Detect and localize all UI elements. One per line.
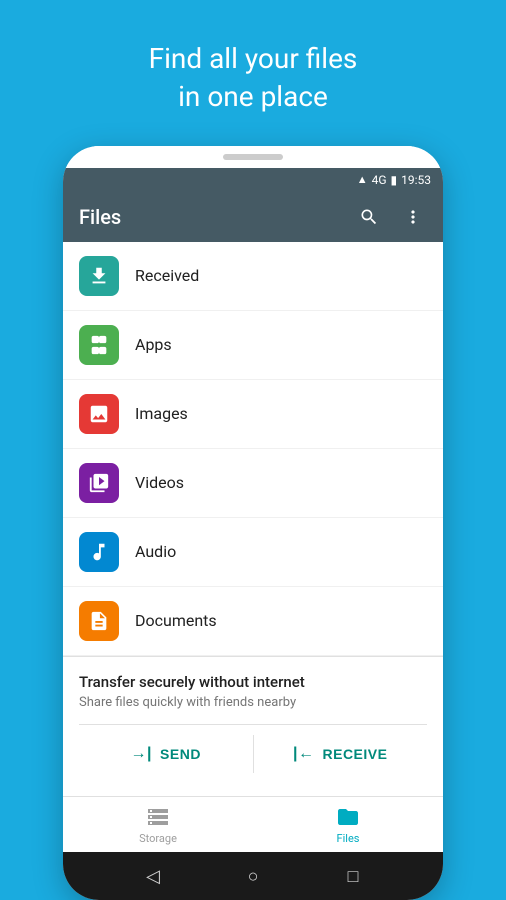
receive-button[interactable]: |← RECEIVE xyxy=(253,735,428,773)
audio-icon xyxy=(79,532,119,572)
phone-speaker xyxy=(223,154,283,160)
app-title: Files xyxy=(79,205,121,229)
file-item-documents[interactable]: Documents xyxy=(63,587,443,656)
file-item-received[interactable]: Received xyxy=(63,242,443,311)
storage-nav-label: Storage xyxy=(139,832,177,845)
received-file-icon xyxy=(88,265,110,287)
file-item-images[interactable]: Images xyxy=(63,380,443,449)
bottom-nav: Storage Files xyxy=(63,796,443,852)
videos-file-icon xyxy=(88,472,110,494)
files-nav-icon xyxy=(336,805,360,829)
receive-label: RECEIVE xyxy=(323,746,388,762)
file-item-apps[interactable]: Apps xyxy=(63,311,443,380)
audio-file-icon xyxy=(88,541,110,563)
phone-frame: ▲ 4G ▮ 19:53 Files xyxy=(63,146,443,900)
transfer-title: Transfer securely without internet xyxy=(79,673,427,691)
battery-icon: ▮ xyxy=(391,173,398,187)
send-arrow-icon: →| xyxy=(131,745,152,763)
images-label: Images xyxy=(135,404,188,423)
back-button[interactable]: ◁ xyxy=(135,858,171,894)
more-options-button[interactable] xyxy=(399,203,427,231)
nav-storage[interactable]: Storage xyxy=(63,797,253,852)
search-icon xyxy=(359,207,379,227)
images-icon xyxy=(79,394,119,434)
search-button[interactable] xyxy=(355,203,383,231)
transfer-buttons: →| SEND |← RECEIVE xyxy=(79,724,427,773)
receive-arrow-icon: |← xyxy=(293,745,314,763)
documents-icon xyxy=(79,601,119,641)
files-nav-label: Files xyxy=(337,832,360,845)
videos-label: Videos xyxy=(135,473,184,492)
received-label: Received xyxy=(135,266,199,285)
app-bar: Files xyxy=(63,192,443,242)
nav-files[interactable]: Files xyxy=(253,797,443,852)
images-file-icon xyxy=(88,403,110,425)
apps-label: Apps xyxy=(135,335,172,354)
file-item-audio[interactable]: Audio xyxy=(63,518,443,587)
system-nav: ◁ ○ □ xyxy=(63,852,443,900)
transfer-section: Transfer securely without internet Share… xyxy=(63,656,443,789)
storage-nav-icon xyxy=(146,805,170,829)
phone-top-bar xyxy=(63,146,443,168)
transfer-subtitle: Share files quickly with friends nearby xyxy=(79,695,427,710)
network-label: 4G xyxy=(372,173,387,187)
received-icon xyxy=(79,256,119,296)
file-list: Received Apps Images xyxy=(63,242,443,796)
send-label: SEND xyxy=(160,746,201,762)
recents-button[interactable]: □ xyxy=(335,858,371,894)
more-vert-icon xyxy=(403,207,423,227)
audio-label: Audio xyxy=(135,542,176,561)
time-label: 19:53 xyxy=(401,173,431,187)
status-bar: ▲ 4G ▮ 19:53 xyxy=(63,168,443,192)
documents-file-icon xyxy=(88,610,110,632)
app-bar-actions xyxy=(355,203,427,231)
send-button[interactable]: →| SEND xyxy=(79,735,253,773)
status-icons: ▲ 4G ▮ 19:53 xyxy=(357,173,431,187)
apps-file-icon xyxy=(88,334,110,356)
home-button[interactable]: ○ xyxy=(235,858,271,894)
apps-icon xyxy=(79,325,119,365)
videos-icon xyxy=(79,463,119,503)
page-headline: Find all your files in one place xyxy=(149,40,358,116)
documents-label: Documents xyxy=(135,611,217,630)
file-item-videos[interactable]: Videos xyxy=(63,449,443,518)
signal-icon: ▲ xyxy=(357,173,368,186)
